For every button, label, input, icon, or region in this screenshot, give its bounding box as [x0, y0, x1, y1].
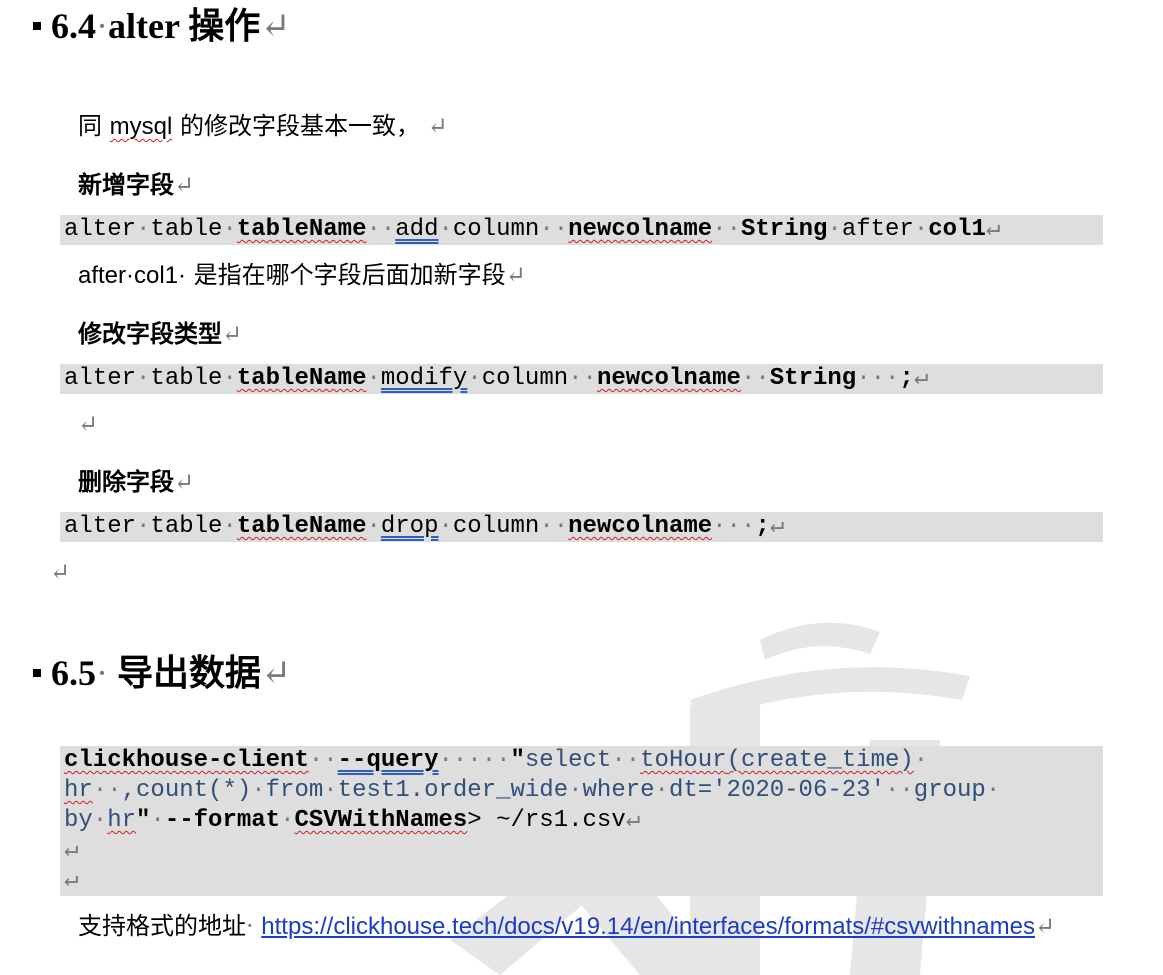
after-note: after·col1· 是指在哪个字段后面加新字段↵ [78, 261, 526, 289]
modify-column-code: alter·table·tableName·modify·column··new… [60, 364, 1103, 394]
section-heading-6-5: 6.5· 导出数据↵ [33, 651, 291, 695]
add-column-heading: 新增字段↵ [78, 170, 195, 199]
heading-bullet-icon [33, 21, 41, 30]
empty-line: ↵ [78, 410, 99, 438]
export-code: clickhouse-client··--query·····"select··… [60, 746, 1103, 896]
heading-bullet-icon [33, 668, 41, 677]
modify-column-heading: 修改字段类型↵ [78, 319, 243, 348]
section-heading-6-4: 6.4·alter 操作↵ [33, 4, 290, 48]
drop-column-heading: 删除字段↵ [78, 467, 195, 496]
formats-doc-link[interactable]: https://clickhouse.tech/docs/v19.14/en/i… [261, 913, 1035, 940]
empty-line-2: ↵ [50, 558, 71, 586]
drop-column-code: alter·table·tableName·drop·column··newco… [60, 512, 1103, 542]
support-formats-paragraph: 支持格式的地址· https://clickhouse.tech/docs/v1… [78, 912, 1056, 940]
intro-paragraph: 同 mysql 的修改字段基本一致， ↵ [78, 112, 448, 140]
add-column-code: alter·table·tableName··add·column··newco… [60, 215, 1103, 245]
